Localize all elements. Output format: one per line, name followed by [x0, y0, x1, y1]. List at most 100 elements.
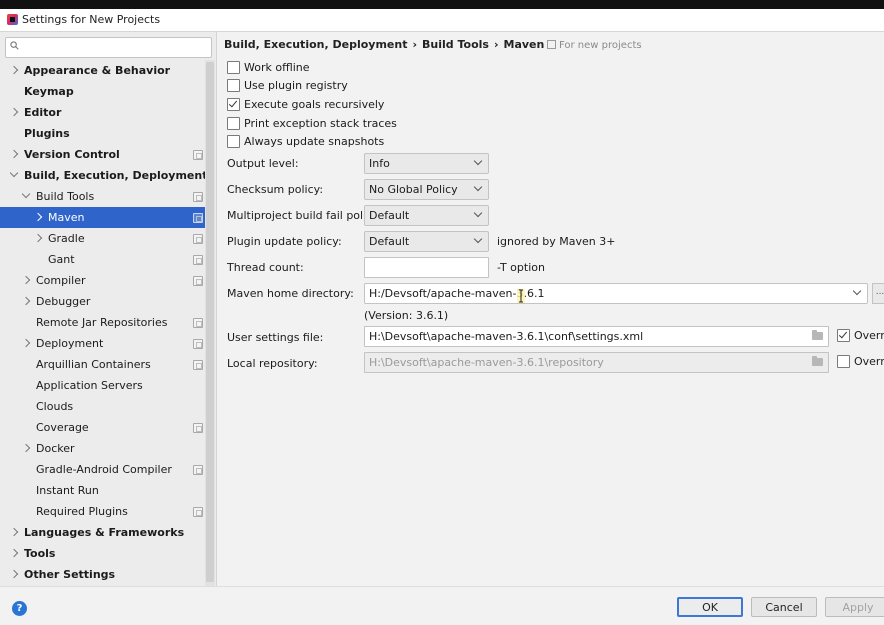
chevron-right-icon[interactable] — [33, 233, 43, 243]
folder-icon[interactable] — [812, 356, 823, 366]
sidebar-item-label: Build Tools — [36, 190, 95, 203]
chevron-right-icon[interactable] — [21, 443, 31, 453]
checksum-policy-label: Checksum policy: — [227, 183, 324, 196]
output-level-dropdown[interactable]: Info — [364, 153, 489, 174]
sidebar-item-version-control[interactable]: Version Control — [0, 144, 205, 165]
sidebar-item-tools[interactable]: Tools — [0, 543, 205, 564]
sidebar-item-label: Plugins — [24, 127, 70, 140]
sidebar-item-label: Clouds — [36, 400, 74, 413]
chevron-down-icon — [473, 234, 483, 244]
chevron-right-icon[interactable] — [21, 338, 31, 348]
breadcrumb-item: Build, Execution, Deployment — [224, 38, 408, 51]
search-icon — [10, 41, 19, 50]
sidebar-item-docker[interactable]: Docker — [0, 438, 205, 459]
chevron-right-icon[interactable] — [9, 527, 19, 537]
maven-home-dropdown[interactable]: H:/Devsoft/apache-maven-3.6.1 — [364, 283, 868, 304]
settings-tree: Appearance & Behavior Keymap Editor Plugins… — [0, 60, 208, 585]
ok-button[interactable]: OK — [677, 597, 743, 617]
user-settings-label: User settings file: — [227, 331, 324, 344]
chevron-right-icon[interactable] — [9, 149, 19, 159]
chevron-down-icon[interactable] — [21, 189, 31, 199]
sidebar-item-label: Gant — [48, 253, 75, 266]
sidebar-item-arquillian-containers[interactable]: Arquillian Containers — [0, 354, 205, 375]
dialog-button-bar: ? OK Cancel Apply — [0, 586, 884, 625]
update-policy-note: ignored by Maven 3+ — [497, 235, 616, 248]
sidebar-item-editor[interactable]: Editor — [0, 102, 205, 123]
checkbox-box[interactable] — [227, 61, 240, 74]
chevron-right-icon[interactable] — [33, 212, 43, 222]
apply-button[interactable]: Apply — [825, 597, 884, 617]
checkbox-box[interactable] — [227, 98, 240, 111]
sidebar-item-label: Other Settings — [24, 568, 116, 581]
sidebar-item-label: Docker — [36, 442, 75, 455]
thread-count-label: Thread count: — [227, 261, 304, 274]
sidebar-item-build-execution-deployment[interactable]: Build, Execution, Deployment — [0, 165, 208, 186]
maven-home-label: Maven home directory: — [227, 287, 354, 300]
fail-policy-dropdown[interactable]: Default — [364, 205, 489, 226]
sidebar-item-required-plugins[interactable]: Required Plugins — [0, 501, 205, 522]
title-bar: Settings for New Projects — [0, 9, 884, 32]
chevron-down-icon — [473, 208, 483, 218]
sidebar-item-label: Build, Execution, Deployment — [24, 169, 208, 182]
sidebar-item-application-servers[interactable]: Application Servers — [0, 375, 205, 396]
sidebar-item-remote-jar-repositories[interactable]: Remote Jar Repositories — [0, 312, 205, 333]
chevron-right-icon[interactable] — [21, 296, 31, 306]
sidebar-item-debugger[interactable]: Debugger — [0, 291, 205, 312]
sidebar-item-label: Keymap — [24, 85, 74, 98]
sidebar-item-gradle[interactable]: Gradle — [0, 228, 205, 249]
chevron-right-icon[interactable] — [9, 569, 19, 579]
chevron-right-icon[interactable] — [9, 548, 19, 558]
sidebar-item-gradle-android-compiler[interactable]: Gradle-Android Compiler — [0, 459, 205, 480]
checkbox-box[interactable] — [837, 355, 850, 368]
sidebar-item-build-tools[interactable]: Build Tools — [0, 186, 205, 207]
sidebar-item-clouds[interactable]: Clouds — [0, 396, 205, 417]
sidebar-item-appearance-behavior[interactable]: Appearance & Behavior — [0, 60, 205, 81]
thread-count-input[interactable] — [364, 257, 489, 278]
checkbox-box[interactable] — [227, 79, 240, 92]
sidebar-item-keymap[interactable]: Keymap — [0, 81, 205, 102]
project-scope-icon — [193, 507, 203, 517]
project-scope-icon — [193, 339, 203, 349]
chevron-right-icon[interactable] — [21, 275, 31, 285]
breadcrumb-separator: › — [412, 38, 418, 51]
help-icon[interactable]: ? — [12, 601, 27, 616]
checkbox-box[interactable] — [227, 117, 240, 130]
search-box[interactable] — [5, 37, 212, 58]
settings-sidebar: Appearance & Behavior Keymap Editor Plugins… — [0, 32, 217, 586]
intellij-app-icon — [7, 14, 18, 25]
update-policy-dropdown[interactable]: Default — [364, 231, 489, 252]
folder-icon[interactable] — [812, 330, 823, 340]
checkbox-box[interactable] — [837, 329, 850, 342]
project-scope-icon — [193, 213, 203, 223]
local-repository-input[interactable]: H:\Devsoft\apache-maven-3.6.1\repository — [364, 352, 829, 373]
sidebar-item-label: Deployment — [36, 337, 104, 350]
window-title: Settings for New Projects — [22, 13, 161, 26]
sidebar-item-coverage[interactable]: Coverage — [0, 417, 205, 438]
sidebar-item-label: Gradle — [48, 232, 85, 245]
sidebar-item-gant[interactable]: Gant — [0, 249, 205, 270]
sidebar-item-maven[interactable]: Maven — [0, 207, 205, 228]
sidebar-item-label: Arquillian Containers — [36, 358, 151, 371]
chevron-right-icon[interactable] — [9, 65, 19, 75]
checkbox-box[interactable] — [227, 135, 240, 148]
top-edge — [0, 0, 884, 9]
chevron-down-icon — [473, 182, 483, 192]
breadcrumb-item: Build Tools — [422, 38, 489, 51]
maven-home-browse-button[interactable]: ... — [872, 283, 884, 304]
sidebar-item-compiler[interactable]: Compiler — [0, 270, 205, 291]
project-scope-icon — [193, 234, 203, 244]
sidebar-scrollbar-thumb[interactable] — [206, 62, 214, 582]
cancel-button[interactable]: Cancel — [751, 597, 817, 617]
chevron-down-icon[interactable] — [9, 168, 19, 178]
sidebar-item-deployment[interactable]: Deployment — [0, 333, 205, 354]
search-input[interactable] — [26, 40, 210, 56]
chevron-right-icon[interactable] — [9, 107, 19, 117]
sidebar-item-plugins[interactable]: Plugins — [0, 123, 205, 144]
user-settings-input[interactable]: H:\Devsoft\apache-maven-3.6.1\conf\setti… — [364, 326, 829, 347]
sidebar-item-languages-frameworks[interactable]: Languages & Frameworks — [0, 522, 205, 543]
sidebar-item-label: Application Servers — [36, 379, 143, 392]
sidebar-item-other-settings[interactable]: Other Settings — [0, 564, 205, 585]
project-scope-icon — [193, 255, 203, 265]
sidebar-item-instant-run[interactable]: Instant Run — [0, 480, 205, 501]
checksum-policy-dropdown[interactable]: No Global Policy — [364, 179, 489, 200]
